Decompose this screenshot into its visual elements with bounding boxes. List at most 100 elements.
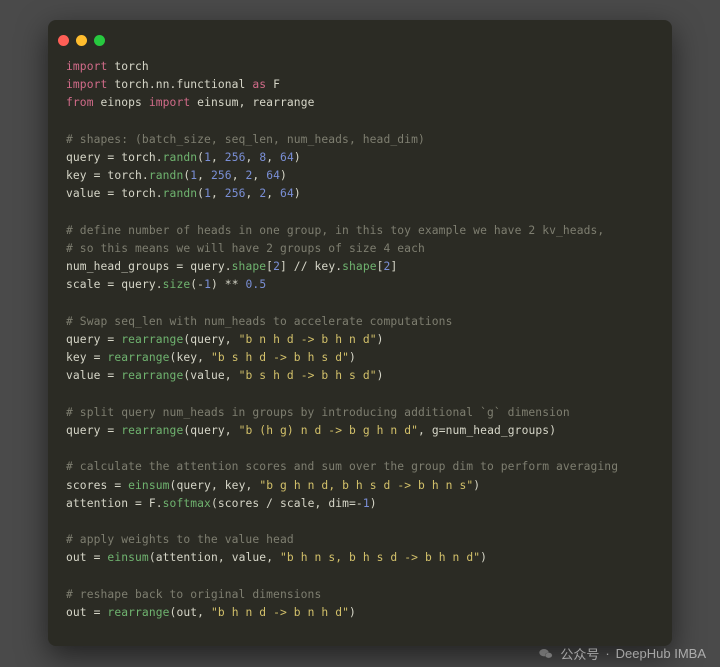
code-line: out = rearrange(out, "b h n d -> b n h d…	[66, 604, 654, 622]
token-punct: )	[294, 187, 301, 200]
token-punct: ,	[211, 479, 225, 492]
token-num: 1	[363, 497, 370, 510]
code-line: from einops import einsum, rearrange	[66, 94, 654, 112]
token-mod: value	[66, 187, 107, 200]
token-op: =	[94, 606, 101, 619]
token-punct: (	[149, 551, 156, 564]
token-punct: )	[294, 151, 301, 164]
token-fn: randn	[163, 187, 198, 200]
token-fn: randn	[163, 151, 198, 164]
token-kw: as	[252, 78, 266, 91]
token-kw: import	[66, 78, 107, 91]
token-op: =	[107, 278, 114, 291]
token-fn: size	[163, 278, 191, 291]
token-punct: ,	[246, 151, 260, 164]
token-mod: out	[66, 606, 94, 619]
token-punct: )	[349, 606, 356, 619]
token-fn: rearrange	[121, 424, 183, 437]
token-num: 64	[280, 187, 294, 200]
token-cmt: # split query num_heads in groups by int…	[66, 406, 570, 419]
token-mod: dim	[328, 497, 349, 510]
token-kw: import	[149, 96, 190, 109]
token-mod: torch.	[107, 169, 148, 182]
zoom-icon[interactable]	[94, 35, 105, 46]
token-num: 0.5	[246, 278, 267, 291]
token-punct: )	[377, 369, 384, 382]
token-cmt: # reshape back to original dimensions	[66, 588, 321, 601]
close-icon[interactable]	[58, 35, 69, 46]
token-num: 64	[280, 151, 294, 164]
token-punct: ,	[252, 169, 266, 182]
token-punct: [	[377, 260, 384, 273]
token-num: 256	[225, 187, 246, 200]
token-punct: )	[370, 497, 377, 510]
token-punct: ,	[225, 333, 239, 346]
minimize-icon[interactable]	[76, 35, 87, 46]
code-line: key = torch.randn(1, 256, 2, 64)	[66, 167, 654, 185]
token-mod: g	[432, 424, 439, 437]
token-kw: import	[66, 60, 107, 73]
token-str: "b s h d -> b h s d"	[211, 351, 349, 364]
token-mod: query.	[190, 260, 231, 273]
token-punct: ]	[280, 260, 294, 273]
code-line	[66, 568, 654, 586]
code-line: query = rearrange(query, "b n h d -> b h…	[66, 331, 654, 349]
token-cmt: # calculate the attention scores and sum…	[66, 460, 618, 473]
token-op: =	[94, 351, 101, 364]
token-cmt: # so this means we will have 2 groups of…	[66, 242, 425, 255]
code-line	[66, 440, 654, 458]
code-line: value = rearrange(value, "b s h d -> b h…	[66, 367, 654, 385]
token-mod: scale	[280, 497, 315, 510]
token-mod: query.	[121, 278, 162, 291]
code-line: num_head_groups = query.shape[2] // key.…	[66, 258, 654, 276]
token-fn: softmax	[163, 497, 211, 510]
token-str: "b h n d -> b n h d"	[211, 606, 349, 619]
token-punct: )	[377, 333, 384, 346]
token-op: =	[94, 169, 101, 182]
code-line	[66, 204, 654, 222]
code-line	[66, 513, 654, 531]
token-punct: ,	[211, 151, 225, 164]
token-fn: rearrange	[107, 606, 169, 619]
footer-watermark: 公众号 · DeepHub IMBA	[538, 644, 706, 663]
token-mod: attention	[66, 497, 135, 510]
token-punct: ,	[315, 497, 329, 510]
token-mod: query	[176, 479, 211, 492]
token-cmt: # shapes: (batch_size, seq_len, num_head…	[66, 133, 425, 146]
token-punct: ,	[246, 479, 260, 492]
token-fn: randn	[149, 169, 184, 182]
token-punct: ,	[211, 187, 225, 200]
token-mod: key	[225, 479, 246, 492]
code-line: # shapes: (batch_size, seq_len, num_head…	[66, 131, 654, 149]
code-line	[66, 386, 654, 404]
code-line: value = torch.randn(1, 256, 2, 64)	[66, 185, 654, 203]
token-mod: torch	[114, 60, 149, 73]
token-mod: out	[66, 551, 94, 564]
token-fn: einsum	[128, 479, 169, 492]
token-mod: value	[66, 369, 107, 382]
token-mod: scale	[66, 278, 107, 291]
token-punct: ,	[197, 606, 211, 619]
token-fn: rearrange	[107, 351, 169, 364]
token-mod: num_head_groups	[446, 424, 550, 437]
token-punct: )	[473, 479, 480, 492]
token-num: 2	[273, 260, 280, 273]
token-op: =	[107, 187, 114, 200]
token-punct: ,	[225, 424, 239, 437]
code-line: import torch	[66, 58, 654, 76]
code-line: out = einsum(attention, value, "b h n s,…	[66, 549, 654, 567]
code-block: import torchimport torch.nn.functional a…	[48, 52, 672, 636]
token-punct: )	[349, 351, 356, 364]
token-str: "b s h d -> b h s d"	[239, 369, 377, 382]
token-cmt: # define number of heads in one group, i…	[66, 224, 604, 237]
token-op: =	[114, 479, 121, 492]
token-op: =-	[349, 497, 363, 510]
token-punct: )	[280, 169, 287, 182]
token-fn: einsum	[107, 551, 148, 564]
token-mod: query	[66, 333, 107, 346]
code-line: # reshape back to original dimensions	[66, 586, 654, 604]
code-line	[66, 295, 654, 313]
token-punct: )	[480, 551, 487, 564]
token-op: =	[94, 551, 101, 564]
token-str: "b h n s, b h s d -> b h n d"	[280, 551, 480, 564]
